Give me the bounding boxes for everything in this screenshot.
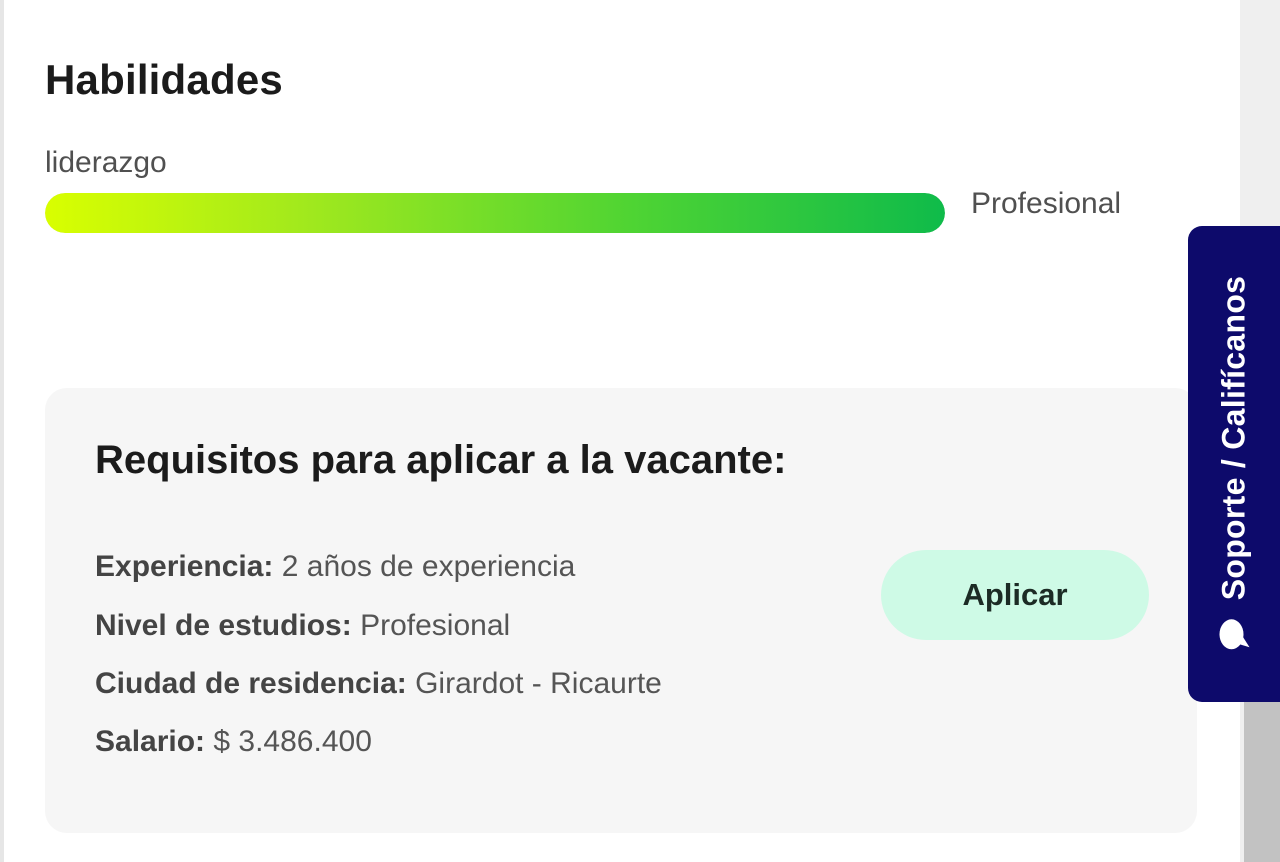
skill-level: Profesional bbox=[971, 187, 1122, 220]
skills-title: Habilidades bbox=[45, 56, 283, 103]
left-border bbox=[0, 0, 4, 862]
requirement-education: Nivel de estudios: Profesional bbox=[95, 609, 510, 643]
apply-button[interactable]: Aplicar bbox=[881, 550, 1149, 640]
requirement-label: Nivel de estudios: bbox=[95, 609, 352, 642]
page-scrollbar-thumb[interactable] bbox=[1244, 700, 1280, 862]
requirement-city: Ciudad de residencia: Girardot - Ricaurt… bbox=[95, 667, 662, 701]
skill-progress-fill bbox=[45, 193, 945, 233]
support-tab-label: Soporte / Califícanos bbox=[1215, 275, 1252, 601]
requirement-salary: Salario: $ 3.486.400 bbox=[95, 725, 372, 759]
requirements-title: Requisitos para aplicar a la vacante: bbox=[95, 438, 787, 482]
support-feedback-tab[interactable]: Soporte / Califícanos bbox=[1188, 226, 1280, 702]
requirement-experience: Experiencia: 2 años de experiencia bbox=[95, 550, 575, 584]
requirement-value: 2 años de experiencia bbox=[281, 550, 576, 583]
support-tab-content: Soporte / Califícanos bbox=[1216, 276, 1253, 653]
requirement-value: $ 3.486.400 bbox=[213, 725, 372, 758]
skill-name: liderazgo bbox=[45, 146, 167, 179]
requirement-value: Profesional bbox=[360, 609, 511, 642]
requirements-card: Requisitos para aplicar a la vacante: Ex… bbox=[45, 388, 1197, 833]
requirement-label: Salario: bbox=[95, 725, 206, 758]
requirement-label: Ciudad de residencia: bbox=[95, 667, 407, 700]
requirement-value: Girardot - Ricaurte bbox=[415, 667, 662, 700]
skill-progress-bar bbox=[45, 193, 945, 233]
page: Habilidades liderazgo Profesional Requis… bbox=[0, 0, 1280, 862]
chat-bubble-icon bbox=[1216, 616, 1252, 652]
requirement-label: Experiencia: bbox=[95, 550, 274, 583]
